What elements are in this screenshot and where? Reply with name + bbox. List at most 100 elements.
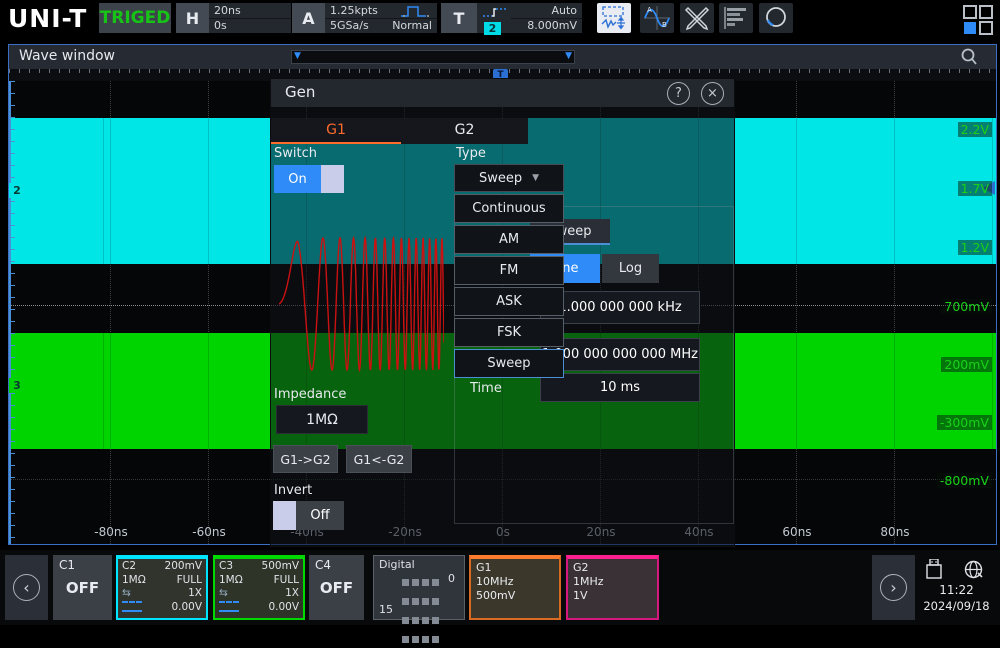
trigger-settings-group[interactable]: T 2 Auto 8.000mV <box>441 3 582 33</box>
svg-text:A: A <box>647 6 652 14</box>
tab-g2[interactable]: G2 <box>401 118 528 144</box>
next-page-button[interactable]: › <box>872 555 915 620</box>
wave-window-title: Wave window <box>19 48 115 64</box>
slider-arrow-icon[interactable]: ▼ <box>565 51 572 61</box>
dialog-title: Gen <box>285 83 315 101</box>
channel1-state: OFF <box>53 579 112 597</box>
wave-position-slider[interactable]: ▼ ▼ <box>291 50 575 64</box>
svg-text:B: B <box>662 21 667 29</box>
channel2-card[interactable]: C2200mV 1MΩFULL ⇆1X 0.00V <box>116 555 208 620</box>
next-icon: › <box>880 574 907 601</box>
channel4-card[interactable]: C4 OFF <box>309 555 364 620</box>
tab-g1[interactable]: G1 <box>271 118 401 144</box>
channel1-card[interactable]: C1 OFF <box>53 555 112 620</box>
switch-on-segment[interactable]: On <box>274 165 321 193</box>
trigger-source-badge: 2 <box>484 22 501 35</box>
type-option-ask[interactable]: ASK <box>454 287 564 316</box>
acquire-settings-group[interactable]: A 1.25kpts 5GSa/s Normal <box>292 3 437 33</box>
type-option-fm[interactable]: FM <box>454 256 564 285</box>
time-label: -60ns <box>179 525 239 539</box>
sweep-start-freq-field[interactable]: 1.000 000 000 kHz <box>540 291 700 324</box>
digital-grid <box>400 572 444 648</box>
sweep-time-field[interactable]: 10 ms <box>540 373 700 402</box>
magnifier-icon <box>960 48 978 66</box>
horizontal-key[interactable]: H <box>176 3 209 33</box>
digital-bit-square <box>402 636 409 643</box>
gen1-name: G1 <box>471 561 559 575</box>
histogram-icon <box>723 6 749 30</box>
gen2-card[interactable]: G2 1MHz 1V <box>566 555 659 620</box>
digital-bit-square <box>422 579 429 586</box>
sweep-scale-log-button[interactable]: Log <box>602 254 659 283</box>
top-toolbar: UNI-T TRIGED H 20ns 0s A 1.25kpts 5GSa/s… <box>0 0 1000 40</box>
acquire-key[interactable]: A <box>292 3 325 33</box>
channel1-name: C1 <box>59 558 75 572</box>
voltage-label: 200mV <box>941 357 992 372</box>
horizontal-settings-group[interactable]: H 20ns 0s <box>176 3 291 33</box>
type-option-sweep[interactable]: Sweep <box>454 349 564 378</box>
channel-status-bar: ‹ C1 OFF C2200mV 1MΩFULL ⇆1X 0.00V C3500… <box>0 550 1000 625</box>
dialog-titlebar[interactable]: Gen ? × <box>271 79 734 107</box>
horizontal-offset-value: 0s <box>214 19 227 32</box>
timebase-value: 20ns <box>214 4 241 17</box>
prev-icon: ‹ <box>13 574 40 601</box>
search-circle-icon <box>763 5 789 31</box>
digital-bit-square <box>422 617 429 624</box>
voltage-label: 1.2V <box>958 240 992 255</box>
switch-toggle[interactable]: On <box>274 165 344 193</box>
digital-low-index: 15 <box>379 603 393 616</box>
ab-waveform-icon: A B <box>643 5 671 31</box>
invert-off-segment[interactable]: Off <box>296 501 344 530</box>
channel2-impedance: 1MΩ <box>122 574 146 588</box>
sweep-stop-freq-field[interactable]: 1.000 000 000 000 MHz <box>540 338 700 371</box>
type-label: Type <box>456 146 486 161</box>
voltage-label: -800mV <box>937 473 992 488</box>
impedance-label: Impedance <box>274 387 346 402</box>
search-tool-button[interactable] <box>759 3 793 33</box>
slider-arrow-icon[interactable]: ▼ <box>294 51 301 61</box>
gen1-card[interactable]: G1 10MHz 500mV <box>469 555 561 620</box>
type-option-continuous[interactable]: Continuous <box>454 194 564 223</box>
channel4-state: OFF <box>309 579 364 597</box>
copy-g1-to-g2-button[interactable]: G1->G2 <box>273 445 338 473</box>
channel3-scale: 500mV <box>262 560 299 574</box>
prev-page-button[interactable]: ‹ <box>5 555 48 620</box>
digital-bit-square <box>432 617 439 624</box>
digital-bit-square <box>402 617 409 624</box>
network-globe-icon <box>964 560 983 579</box>
coupling-icon: ⇆ <box>219 587 228 601</box>
measure-tools-button[interactable] <box>680 3 714 33</box>
trigger-key[interactable]: T <box>441 3 477 33</box>
close-button[interactable]: × <box>701 82 724 105</box>
help-button[interactable]: ? <box>667 82 690 105</box>
memory-depth-value: 1.25kpts <box>330 4 378 17</box>
copy-g2-to-g1-button[interactable]: G1<-G2 <box>346 445 412 473</box>
trigger-level-value: 8.000mV <box>527 19 577 32</box>
gen1-freq: 10MHz <box>471 575 559 589</box>
type-dropdown[interactable]: Sweep ▼ <box>454 164 564 192</box>
voltage-label: 1.7V <box>958 181 992 196</box>
system-status-area[interactable]: 11:22 2024/09/18 <box>918 555 995 620</box>
usb-icon <box>926 559 942 579</box>
left-axis-ticks <box>11 81 15 544</box>
impedance-button[interactable]: 1MΩ <box>276 405 368 434</box>
cursor-move-tool-button[interactable] <box>597 3 631 33</box>
window-layout-button[interactable] <box>962 4 994 36</box>
switch-off-segment[interactable] <box>321 165 344 193</box>
voltage-label: 2.2V <box>958 122 992 137</box>
channel3-card[interactable]: C3500mV 1MΩFULL ⇆1X 0.00V <box>213 555 305 620</box>
channel2-scale: 200mV <box>165 560 202 574</box>
ab-waveform-tool-button[interactable]: A B <box>640 3 674 33</box>
type-option-am[interactable]: AM <box>454 225 564 254</box>
digital-card[interactable]: Digital 0 15 <box>373 555 465 620</box>
invert-on-segment[interactable] <box>273 501 296 530</box>
type-option-fsk[interactable]: FSK <box>454 318 564 347</box>
invert-toggle[interactable]: Off <box>273 501 344 530</box>
bandwidth-limit-icon <box>122 601 142 612</box>
acquire-mode-value: Normal <box>392 19 432 32</box>
zoom-button[interactable] <box>960 48 978 66</box>
channel3-marker[interactable]: 3 <box>9 378 25 393</box>
channel2-marker[interactable]: 2 <box>9 183 25 198</box>
trigger-status-badge: TRIGED <box>99 3 171 33</box>
histogram-tool-button[interactable] <box>719 3 753 33</box>
